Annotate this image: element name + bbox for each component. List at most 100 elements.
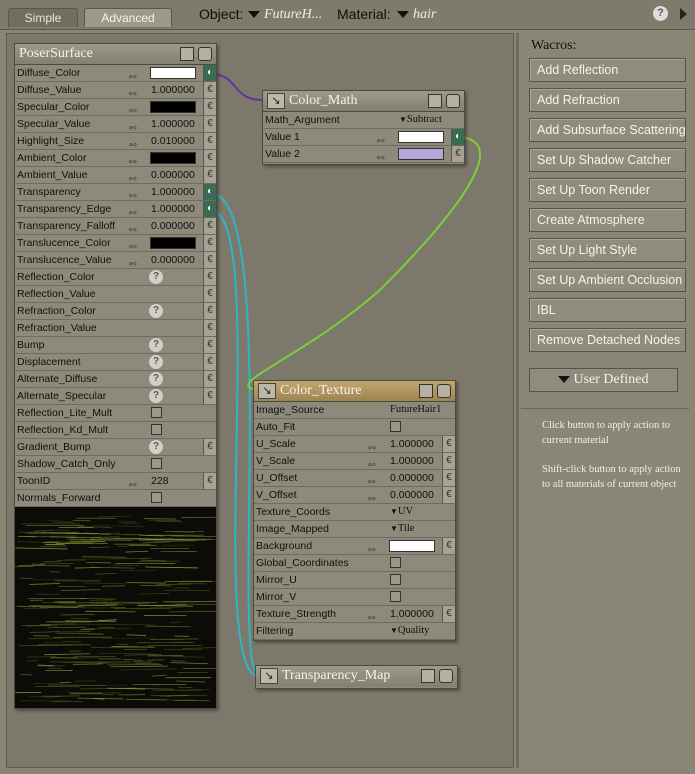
- input-plug-icon[interactable]: €: [203, 235, 216, 251]
- param-row[interactable]: Translucence_Value ⚯ 0.000000 €: [15, 252, 216, 269]
- checkbox[interactable]: [151, 492, 162, 503]
- param-row[interactable]: Texture_Strength ⚯ 1.000000 €: [254, 606, 455, 623]
- input-plug-icon[interactable]: €: [451, 146, 464, 162]
- param-row[interactable]: V_Scale ⚯ 1.000000 €: [254, 453, 455, 470]
- color-texture-node[interactable]: ↘ Color_Texture Image_Source FutureHair1 Au…: [253, 380, 456, 641]
- input-plug-icon[interactable]: €: [203, 82, 216, 98]
- param-row[interactable]: Refraction_Color? €: [15, 303, 216, 320]
- connected-input-icon[interactable]: ◐: [203, 201, 216, 217]
- input-plug-icon[interactable]: €: [203, 116, 216, 132]
- node-preview-icon[interactable]: [439, 669, 453, 683]
- param-row[interactable]: Transparency_Falloff ⚯ 0.000000 €: [15, 218, 216, 235]
- node-preview-icon[interactable]: [198, 47, 212, 61]
- checkbox[interactable]: [151, 424, 162, 435]
- input-plug-icon[interactable]: €: [203, 320, 216, 336]
- param-row[interactable]: Diffuse_Value ⚯ 1.000000 €: [15, 82, 216, 99]
- color-swatch[interactable]: [150, 152, 196, 164]
- help-icon[interactable]: ?: [149, 372, 163, 386]
- input-plug-icon[interactable]: €: [203, 473, 216, 489]
- input-plug-icon[interactable]: €: [442, 538, 455, 554]
- input-plug-icon[interactable]: €: [203, 150, 216, 166]
- wacro-button[interactable]: IBL: [529, 298, 686, 322]
- wacro-button[interactable]: Set Up Ambient Occlusion: [529, 268, 686, 292]
- transparency-map-node[interactable]: ↘ Transparency_Map: [255, 665, 458, 689]
- wacro-button[interactable]: Set Up Toon Render: [529, 178, 686, 202]
- checkbox[interactable]: [390, 557, 401, 568]
- param-value[interactable]: 0.000000: [390, 470, 434, 486]
- node-options-icon[interactable]: [180, 47, 194, 61]
- wacro-button[interactable]: Add Subsurface Scattering: [529, 118, 686, 142]
- param-row[interactable]: Translucence_Color ⚯ €: [15, 235, 216, 252]
- input-plug-icon[interactable]: €: [203, 286, 216, 302]
- param-dropdown[interactable]: ▼Tile: [390, 521, 414, 537]
- param-value[interactable]: 0.000000: [151, 218, 195, 234]
- param-dropdown[interactable]: ▼Subtract: [399, 112, 442, 128]
- color-swatch[interactable]: [150, 67, 196, 79]
- wacro-button[interactable]: Set Up Shadow Catcher: [529, 148, 686, 172]
- param-row[interactable]: Shadow_Catch_Only: [15, 456, 216, 473]
- input-plug-icon[interactable]: €: [442, 487, 455, 503]
- color-swatch[interactable]: [389, 540, 435, 552]
- poser-surface-header[interactable]: PoserSurface: [15, 44, 216, 65]
- param-dropdown[interactable]: ▼UV: [390, 504, 413, 520]
- checkbox[interactable]: [390, 591, 401, 602]
- param-value[interactable]: 0.000000: [151, 252, 195, 268]
- param-row[interactable]: U_Offset ⚯ 0.000000 €: [254, 470, 455, 487]
- param-row[interactable]: Value 1 ⚯ ◐: [263, 129, 464, 146]
- param-row[interactable]: Value 2 ⚯ €: [263, 146, 464, 163]
- transparency-map-header[interactable]: ↘ Transparency_Map: [256, 666, 457, 687]
- input-plug-icon[interactable]: €: [203, 167, 216, 183]
- input-plug-icon[interactable]: €: [203, 337, 216, 353]
- input-plug-icon[interactable]: €: [442, 436, 455, 452]
- color-swatch[interactable]: [398, 148, 444, 160]
- param-row[interactable]: Diffuse_Color ⚯ ◐: [15, 65, 216, 82]
- color-swatch[interactable]: [398, 131, 444, 143]
- param-row[interactable]: Reflection_Color? €: [15, 269, 216, 286]
- help-icon[interactable]: ?: [149, 355, 163, 369]
- connected-input-icon[interactable]: ◐: [203, 184, 216, 200]
- param-row[interactable]: Transparency_Edge ⚯ 1.000000 ◐: [15, 201, 216, 218]
- param-row[interactable]: Alternate_Specular? €: [15, 388, 216, 405]
- param-value[interactable]: 1.000000: [151, 201, 195, 217]
- input-plug-icon[interactable]: €: [203, 439, 216, 455]
- param-row[interactable]: Reflection_Value €: [15, 286, 216, 303]
- param-row[interactable]: Displacement? €: [15, 354, 216, 371]
- param-row[interactable]: Filtering ▼Quality: [254, 623, 455, 640]
- input-plug-icon[interactable]: €: [442, 470, 455, 486]
- input-plug-icon[interactable]: €: [442, 453, 455, 469]
- param-value[interactable]: 1.000000: [151, 82, 195, 98]
- node-collapse-icon[interactable]: ↘: [260, 667, 278, 684]
- param-value[interactable]: 1.000000: [390, 436, 434, 452]
- param-value[interactable]: 1.000000: [151, 184, 195, 200]
- connected-input-icon[interactable]: ◐: [203, 65, 216, 81]
- param-row[interactable]: Alternate_Diffuse? €: [15, 371, 216, 388]
- param-row[interactable]: Highlight_Size ⚯ 0.010000 €: [15, 133, 216, 150]
- param-row[interactable]: Transparency ⚯ 1.000000 ◐: [15, 184, 216, 201]
- param-row[interactable]: Mirror_U: [254, 572, 455, 589]
- help-icon[interactable]: ?: [149, 389, 163, 403]
- param-row[interactable]: Math_Argument ▼Subtract: [263, 112, 464, 129]
- param-row[interactable]: ToonID ⚯ 228 €: [15, 473, 216, 490]
- param-value[interactable]: 0.010000: [151, 133, 195, 149]
- input-plug-icon[interactable]: €: [203, 252, 216, 268]
- color-swatch[interactable]: [150, 101, 196, 113]
- color-math-header[interactable]: ↘ Color_Math: [263, 91, 464, 112]
- node-options-icon[interactable]: [421, 669, 435, 683]
- param-row[interactable]: Reflection_Kd_Mult: [15, 422, 216, 439]
- input-plug-icon[interactable]: €: [203, 388, 216, 404]
- input-plug-icon[interactable]: €: [442, 606, 455, 622]
- checkbox[interactable]: [151, 458, 162, 469]
- node-options-icon[interactable]: [419, 384, 433, 398]
- wacro-button[interactable]: Add Refraction: [529, 88, 686, 112]
- connected-input-icon[interactable]: ◐: [451, 129, 464, 145]
- param-value[interactable]: 0.000000: [390, 487, 434, 503]
- image-source-value[interactable]: FutureHair1: [390, 402, 441, 418]
- param-dropdown[interactable]: ▼Quality: [390, 623, 429, 639]
- param-value[interactable]: 1.000000: [390, 606, 434, 622]
- param-row[interactable]: Specular_Value ⚯ 1.000000 €: [15, 116, 216, 133]
- checkbox[interactable]: [390, 421, 401, 432]
- input-plug-icon[interactable]: €: [203, 133, 216, 149]
- param-row[interactable]: Specular_Color ⚯ €: [15, 99, 216, 116]
- param-row[interactable]: Mirror_V: [254, 589, 455, 606]
- param-row[interactable]: Background ⚯ €: [254, 538, 455, 555]
